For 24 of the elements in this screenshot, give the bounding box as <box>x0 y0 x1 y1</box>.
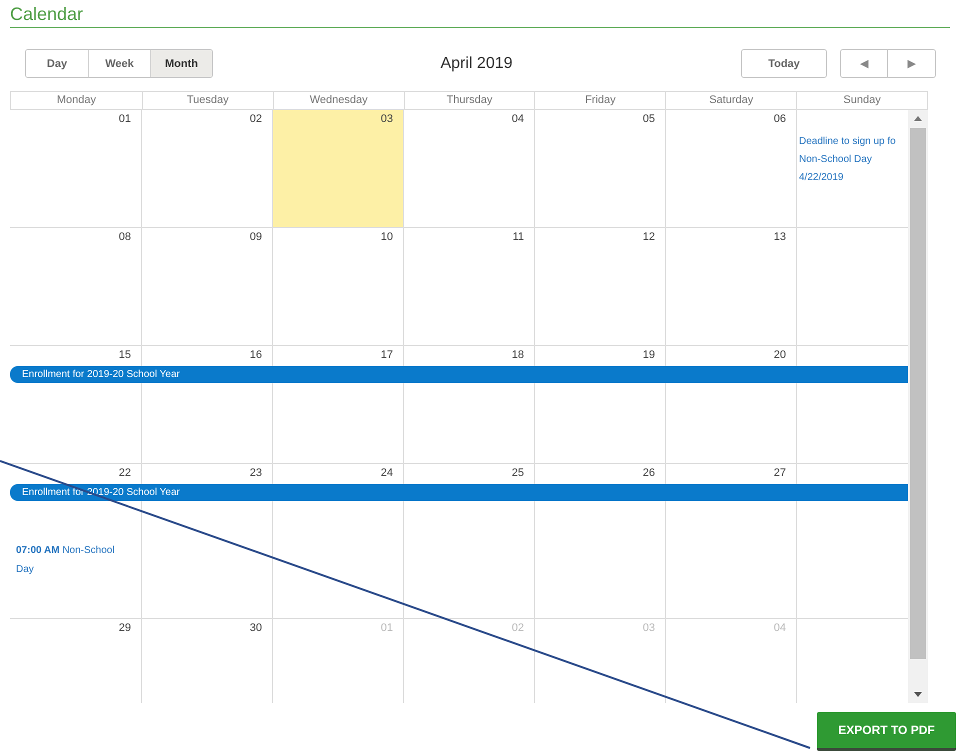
weekday-header: Thursday <box>404 92 534 109</box>
next-button[interactable]: ▶ <box>888 49 936 78</box>
page-title: Calendar <box>10 4 950 28</box>
event-bar[interactable]: Enrollment for 2019-20 School Year <box>10 366 908 383</box>
scroll-thumb[interactable] <box>910 128 926 659</box>
previous-button[interactable]: ◀ <box>840 49 888 78</box>
export-button[interactable]: EXPORT TO PDF <box>817 712 956 751</box>
scroll-up-icon[interactable] <box>914 116 922 121</box>
period-label: April 2019 <box>440 54 513 72</box>
today-button[interactable]: Today <box>741 49 827 78</box>
day-cell[interactable] <box>272 130 403 227</box>
weekday-header: Friday <box>534 92 666 109</box>
weekday-header: Tuesday <box>142 92 273 109</box>
event-link[interactable]: 07:00 AM Non-School Day <box>12 541 130 579</box>
weekday-header: Wednesday <box>272 92 404 109</box>
weekday-header: Saturday <box>665 92 796 109</box>
day-number: 03 <box>272 110 403 130</box>
event-link[interactable]: Non-School Day <box>799 152 872 167</box>
weekday-header: Monday <box>56 93 97 108</box>
scroll-down-icon[interactable] <box>914 692 922 697</box>
event-link[interactable]: Deadline to sign up fo <box>799 134 896 149</box>
view-tab[interactable]: Month <box>150 50 212 77</box>
scrollbar[interactable] <box>908 109 928 703</box>
event-link[interactable]: 4/22/2019 <box>799 170 844 185</box>
